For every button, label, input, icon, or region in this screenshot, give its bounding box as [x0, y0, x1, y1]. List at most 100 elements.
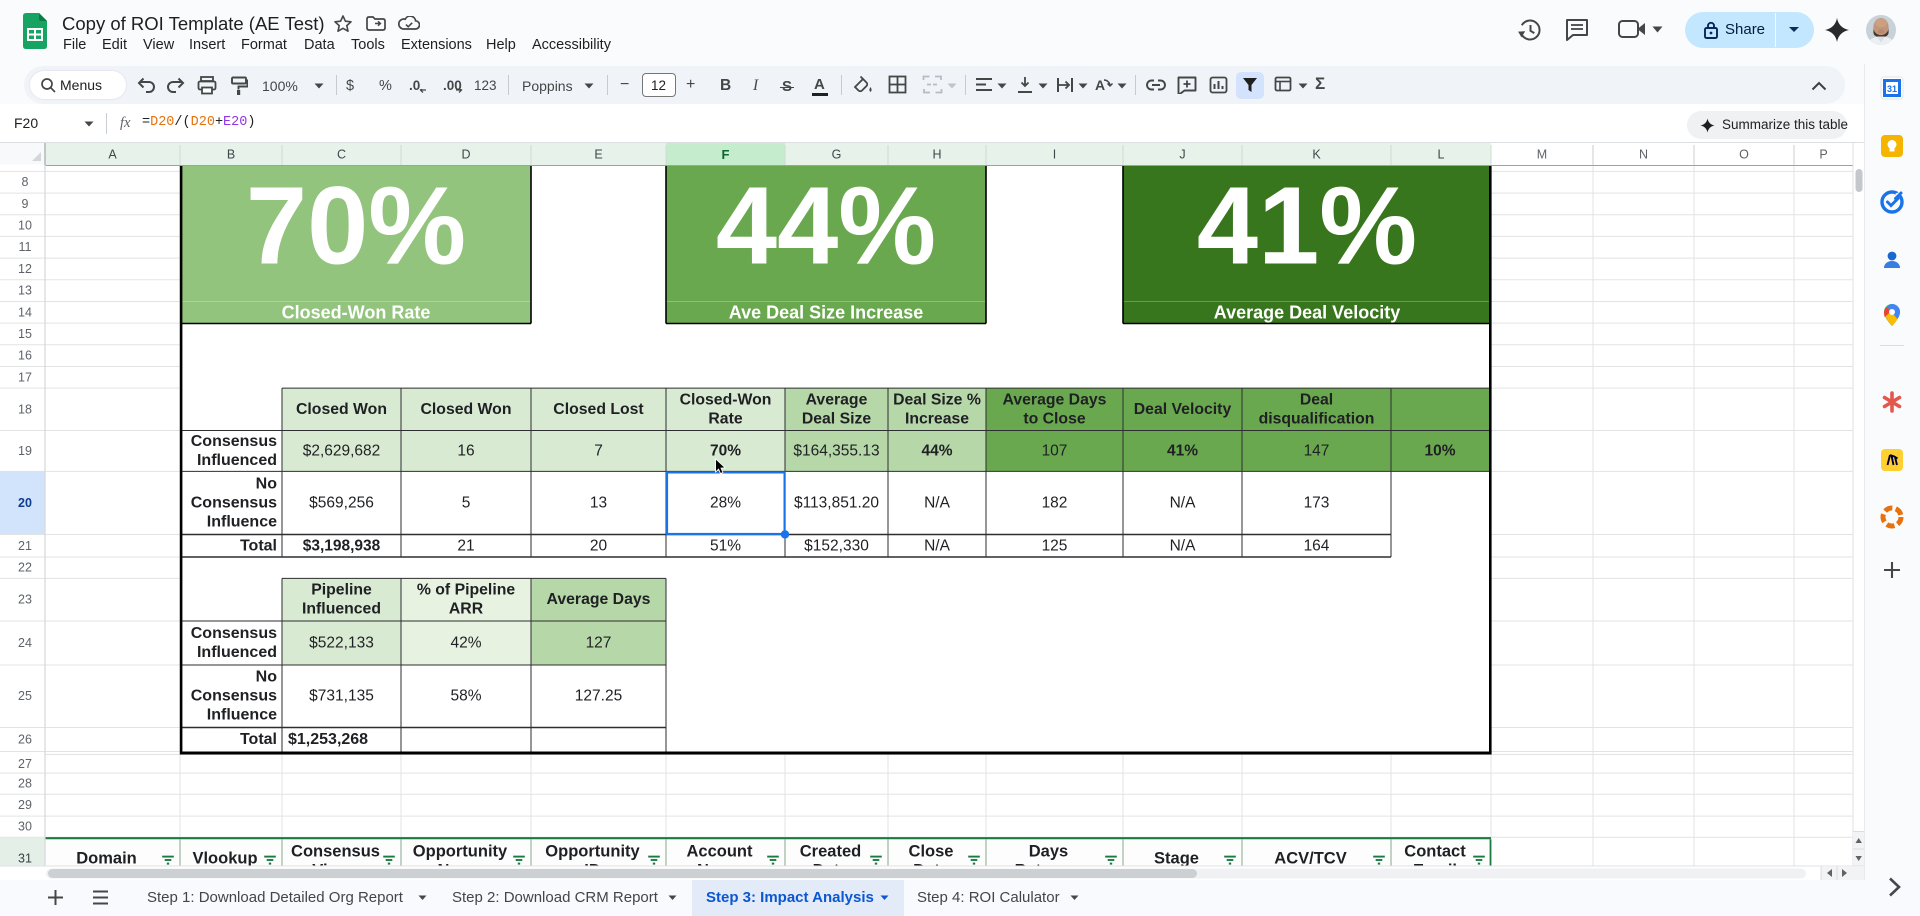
svg-text:Average Deal Velocity: Average Deal Velocity [1214, 303, 1400, 323]
svg-text:44%: 44% [716, 165, 936, 288]
svg-text:Closed-Won: Closed-Won [680, 391, 772, 408]
svg-text:ARR: ARR [449, 601, 484, 618]
svg-text:Created: Created [800, 843, 861, 861]
svg-text:$3,198,938: $3,198,938 [303, 537, 381, 554]
svg-text:Total: Total [240, 731, 277, 748]
svg-text:K: K [1312, 148, 1321, 162]
svg-text:Deal Velocity: Deal Velocity [1134, 401, 1232, 418]
svg-text:Account: Account [687, 843, 754, 861]
svg-text:N/A: N/A [924, 537, 951, 554]
svg-text:173: 173 [1304, 494, 1330, 511]
svg-text:Influenced: Influenced [302, 601, 381, 618]
svg-text:Pipeline: Pipeline [311, 582, 372, 599]
svg-text:8: 8 [22, 175, 29, 189]
svg-text:$731,135: $731,135 [309, 688, 374, 705]
svg-text:No: No [256, 475, 278, 492]
svg-text:41%: 41% [1197, 165, 1417, 288]
svg-text:Consensus: Consensus [191, 625, 277, 642]
svg-text:Ave Deal Size Increase: Ave Deal Size Increase [729, 303, 923, 323]
svg-text:M: M [1537, 148, 1547, 162]
svg-text:127: 127 [586, 635, 612, 652]
svg-text:Influence: Influence [207, 513, 277, 530]
svg-text:$164,355.13: $164,355.13 [793, 442, 879, 459]
svg-text:22: 22 [18, 561, 32, 575]
svg-text:F: F [722, 147, 730, 162]
svg-text:70%: 70% [246, 165, 466, 288]
svg-text:Close: Close [909, 843, 954, 861]
svg-text:E: E [594, 148, 602, 162]
svg-text:N/A: N/A [924, 494, 951, 511]
svg-text:20: 20 [18, 496, 32, 510]
svg-text:$569,256: $569,256 [309, 494, 374, 511]
svg-text:Deal Size %: Deal Size % [893, 391, 981, 408]
svg-text:30: 30 [18, 820, 32, 834]
svg-text:D: D [461, 148, 470, 162]
svg-text:Stage: Stage [1154, 850, 1199, 868]
svg-text:12: 12 [18, 262, 32, 276]
svg-text:Closed-Won Rate: Closed-Won Rate [282, 303, 431, 323]
svg-text:G: G [832, 148, 842, 162]
svg-text:41%: 41% [1167, 442, 1198, 459]
svg-text:16: 16 [457, 442, 474, 459]
svg-text:27: 27 [18, 757, 32, 771]
svg-text:$113,851.20: $113,851.20 [794, 494, 879, 511]
svg-text:28: 28 [18, 777, 32, 791]
svg-text:O: O [1739, 148, 1749, 162]
svg-text:Influenced: Influenced [197, 644, 277, 661]
svg-text:J: J [1179, 148, 1185, 162]
svg-text:107: 107 [1042, 442, 1068, 459]
svg-text:31: 31 [1887, 84, 1897, 94]
svg-text:Consensus: Consensus [191, 494, 277, 511]
svg-text:Consensus: Consensus [291, 843, 380, 861]
svg-text:A: A [1095, 77, 1105, 93]
svg-text:B: B [227, 148, 235, 162]
svg-text:28%: 28% [710, 494, 741, 511]
svg-text:ACV/TCV: ACV/TCV [1274, 850, 1346, 868]
svg-text:7: 7 [594, 442, 603, 459]
svg-text:% of Pipeline: % of Pipeline [417, 582, 516, 599]
svg-text:$1,253,268: $1,253,268 [288, 731, 368, 748]
svg-text:16: 16 [18, 349, 32, 363]
svg-text:25: 25 [18, 689, 32, 703]
svg-text:Opportunity: Opportunity [413, 843, 508, 861]
svg-text:11: 11 [19, 240, 32, 254]
svg-text:Contact: Contact [1404, 843, 1466, 861]
svg-text:to Close: to Close [1023, 410, 1086, 427]
svg-text:$152,330: $152,330 [804, 537, 869, 554]
svg-text:23: 23 [18, 593, 32, 607]
svg-text:Rate: Rate [708, 410, 742, 427]
svg-text:125: 125 [1042, 537, 1068, 554]
svg-text:147: 147 [1304, 442, 1330, 459]
svg-text:Consensus: Consensus [191, 433, 277, 450]
svg-text:Deal Size: Deal Size [802, 410, 872, 427]
svg-text:24: 24 [18, 636, 32, 650]
svg-text:9: 9 [22, 197, 29, 211]
svg-text:$522,133: $522,133 [309, 635, 374, 652]
svg-text:17: 17 [18, 370, 32, 384]
svg-text:Domain: Domain [76, 850, 137, 868]
svg-text:10%: 10% [1424, 442, 1455, 459]
svg-text:70%: 70% [710, 442, 741, 459]
svg-text:13: 13 [590, 494, 607, 511]
svg-text:44%: 44% [921, 442, 952, 459]
svg-text:26: 26 [18, 733, 32, 747]
svg-text:N/A: N/A [1170, 494, 1197, 511]
svg-text:$2,629,682: $2,629,682 [303, 442, 381, 459]
svg-text:Influenced: Influenced [197, 452, 277, 469]
svg-text:18: 18 [18, 402, 32, 416]
svg-text:N: N [1639, 148, 1648, 162]
svg-text:14: 14 [18, 305, 32, 319]
svg-text:10: 10 [18, 219, 32, 233]
svg-text:Average Days: Average Days [547, 591, 651, 608]
svg-text:15: 15 [18, 327, 32, 341]
svg-text:Increase: Increase [905, 410, 969, 427]
svg-text:N/A: N/A [1170, 537, 1197, 554]
svg-text:19: 19 [18, 444, 32, 458]
svg-text:Days: Days [1029, 843, 1068, 861]
svg-text:disqualification: disqualification [1259, 410, 1375, 427]
svg-text:21: 21 [18, 539, 32, 553]
svg-text:51%: 51% [710, 537, 741, 554]
svg-text:164: 164 [1304, 537, 1330, 554]
svg-text:A: A [108, 148, 117, 162]
svg-text:I: I [1053, 148, 1056, 162]
